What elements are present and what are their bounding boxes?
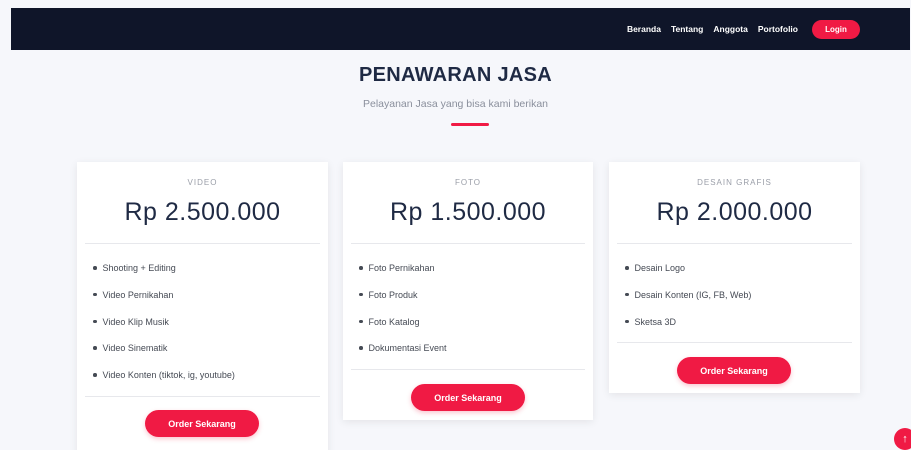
list-item: Foto Produk xyxy=(359,289,447,316)
card-name: VIDEO xyxy=(187,178,218,187)
divider xyxy=(351,243,585,244)
section-title: PENAWARAN JASA xyxy=(358,64,553,86)
divider xyxy=(351,369,585,370)
login-button[interactable]: Login xyxy=(812,19,860,39)
list-item: Video Pernikahan xyxy=(93,289,235,316)
list-item: Dokumentasi Event xyxy=(359,342,447,369)
order-button-foto[interactable]: Order Sekarang xyxy=(411,384,525,411)
list-item: Foto Katalog xyxy=(359,316,447,343)
feature-list: Shooting + Editing Video Pernikahan Vide… xyxy=(93,262,235,396)
card-price: Rp 2.500.000 xyxy=(124,198,281,226)
arrow-up-icon: ↑ xyxy=(902,433,908,445)
nav-link-anggota[interactable]: Anggota xyxy=(713,24,747,34)
order-button-desain-grafis[interactable]: Order Sekarang xyxy=(677,357,791,384)
list-item: Shooting + Editing xyxy=(93,262,235,289)
divider xyxy=(617,243,852,244)
card-name: DESAIN GRAFIS xyxy=(697,178,772,187)
nav-link-beranda[interactable]: Beranda xyxy=(627,24,661,34)
section-subtitle: Pelayanan Jasa yang bisa kami berikan xyxy=(362,98,549,110)
list-item: Video Klip Musik xyxy=(93,316,235,343)
pricing-card-desain-grafis: DESAIN GRAFIS Rp 2.000.000 Desain Logo D… xyxy=(609,162,860,393)
nav-links: Beranda Tentang Anggota Portofolio Login xyxy=(627,8,860,50)
feature-list: Desain Logo Desain Konten (IG, FB, Web) … xyxy=(625,262,752,343)
list-item: Desain Konten (IG, FB, Web) xyxy=(625,289,752,316)
list-item: Video Sinematik xyxy=(93,342,235,369)
list-item: Desain Logo xyxy=(625,262,751,289)
pricing-card-video: VIDEO Rp 2.500.000 Shooting + Editing Vi… xyxy=(77,162,328,450)
card-name: FOTO xyxy=(454,178,482,187)
nav-link-tentang[interactable]: Tentang xyxy=(671,24,703,34)
card-price: Rp 1.500.000 xyxy=(389,198,547,226)
divider xyxy=(85,396,320,397)
title-underline xyxy=(451,123,489,126)
divider xyxy=(85,243,320,244)
nav-link-portofolio[interactable]: Portofolio xyxy=(758,24,798,34)
scroll-top-button[interactable]: ↑ xyxy=(894,428,911,450)
navbar: Beranda Tentang Anggota Portofolio Login xyxy=(11,8,910,50)
pricing-card-foto: FOTO Rp 1.500.000 Foto Pernikahan Foto P… xyxy=(343,162,593,420)
list-item: Video Konten (tiktok, ig, youtube) xyxy=(93,369,235,396)
divider xyxy=(617,342,852,343)
order-button-video[interactable]: Order Sekarang xyxy=(145,410,259,437)
card-price: Rp 2.000.000 xyxy=(656,198,813,226)
list-item: Sketsa 3D xyxy=(625,316,751,343)
list-item: Foto Pernikahan xyxy=(359,262,447,289)
feature-list: Foto Pernikahan Foto Produk Foto Katalog… xyxy=(359,262,447,369)
